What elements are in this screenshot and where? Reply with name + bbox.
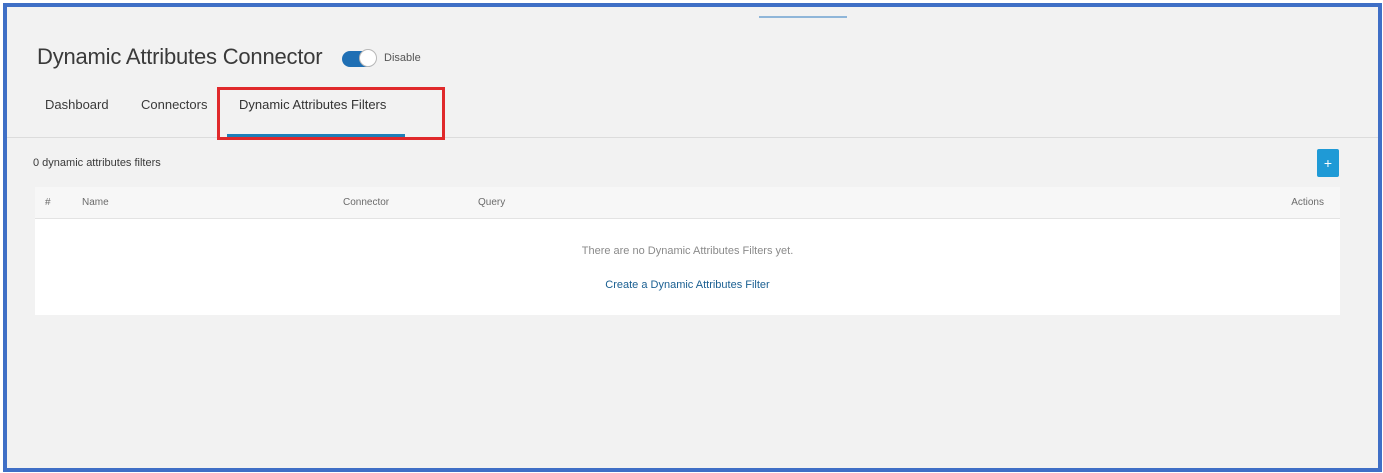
tab-connectors[interactable]: Connectors	[141, 97, 207, 112]
create-filter-link[interactable]: Create a Dynamic Attributes Filter	[35, 279, 1340, 291]
column-header-query[interactable]: Query	[478, 197, 505, 208]
tab-bar: Dashboard Connectors Dynamic Attributes …	[7, 93, 1378, 137]
plus-icon: +	[1323, 155, 1333, 171]
add-filter-button[interactable]: +	[1317, 149, 1339, 177]
table-header: # Name Connector Query Actions	[35, 187, 1340, 219]
filter-count-text: 0 dynamic attributes filters	[33, 157, 161, 169]
column-header-number: #	[45, 197, 51, 208]
tab-dynamic-attributes-filters[interactable]: Dynamic Attributes Filters	[239, 97, 386, 112]
empty-state-message: There are no Dynamic Attributes Filters …	[581, 245, 794, 257]
toggle-knob-icon	[359, 49, 377, 67]
tab-dashboard[interactable]: Dashboard	[45, 97, 109, 112]
toggle-label: Disable	[384, 52, 421, 64]
enable-toggle-switch[interactable]	[342, 49, 377, 67]
filters-table: # Name Connector Query Actions There are…	[35, 187, 1340, 315]
page-title: Dynamic Attributes Connector	[37, 44, 323, 69]
active-tab-indicator	[227, 134, 405, 137]
app-window: Dynamic Attributes Connector Disable Das…	[3, 3, 1382, 472]
column-header-name[interactable]: Name	[82, 197, 109, 208]
column-header-connector[interactable]: Connector	[343, 197, 389, 208]
column-header-actions: Actions	[1291, 197, 1324, 208]
page-header: Dynamic Attributes Connector Disable Das…	[7, 7, 1378, 140]
